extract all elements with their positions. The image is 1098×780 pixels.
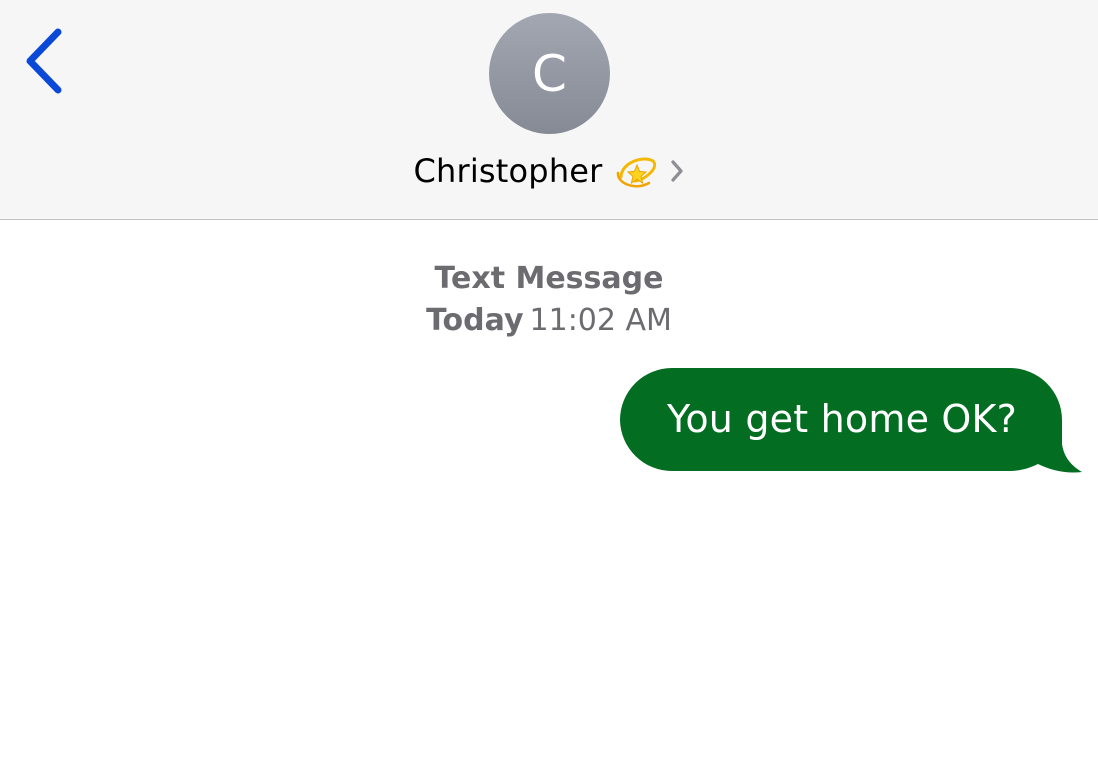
contact-name: Christopher [413, 152, 603, 190]
contact-header: C Christopher [0, 0, 1098, 220]
contact-details-button[interactable]: Christopher [0, 148, 1098, 194]
timestamp-time: 11:02 AM [529, 303, 672, 338]
conversation-meta: Text Message Today 11:02 AM [0, 258, 1098, 342]
dizzy-star-emoji-icon [615, 149, 659, 193]
chevron-right-icon [669, 158, 685, 184]
timestamp-day: Today [426, 303, 524, 338]
service-label: Text Message [434, 261, 664, 296]
timestamp: Today 11:02 AM [0, 300, 1098, 342]
avatar[interactable]: C [489, 13, 610, 134]
messages-screen: C Christopher Text Message Today 11:02 A… [0, 0, 1098, 780]
conversation-header: C Christopher [0, 0, 1098, 220]
message-text: You get home OK? [666, 397, 1018, 441]
avatar-initial: C [532, 44, 567, 103]
outgoing-message-bubble[interactable]: You get home OK? [620, 366, 1090, 476]
